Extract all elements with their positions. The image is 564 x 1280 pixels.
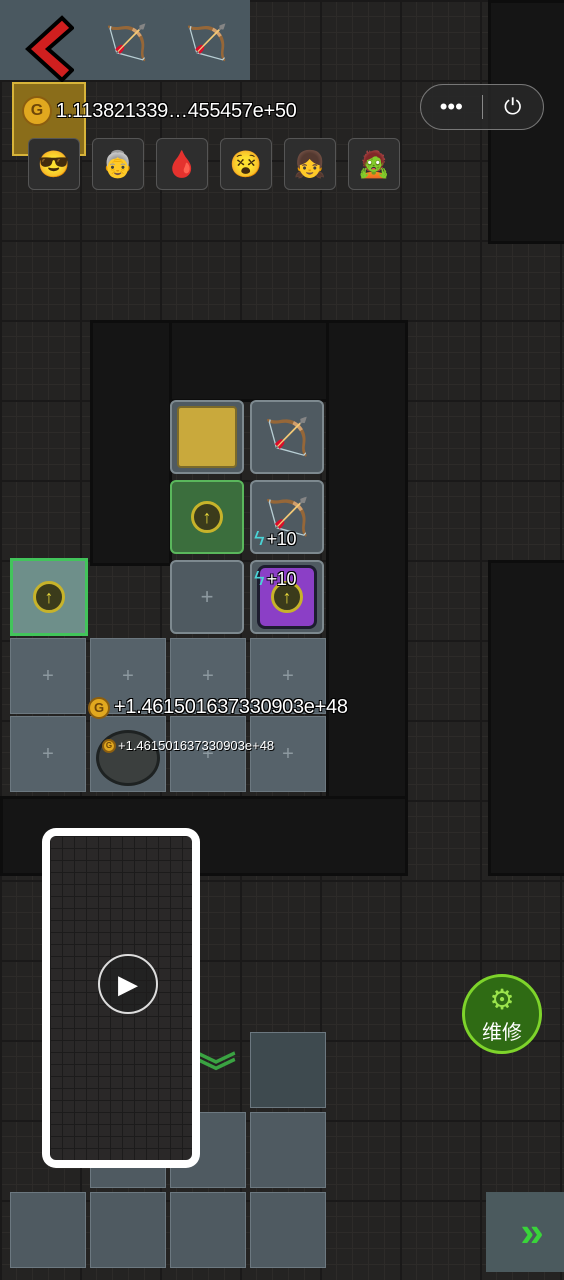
play-icon: ▶ — [118, 968, 138, 999]
bed-machine-icon — [177, 406, 237, 468]
floor-tile — [170, 1192, 246, 1268]
income-amount: +1.461501637330903e+48 — [114, 696, 348, 718]
energy-bonus-label: ϟ +10 — [254, 568, 297, 590]
character-icon: 😵 — [229, 148, 263, 179]
back-arrow-icon — [25, 15, 75, 83]
back-button[interactable] — [18, 14, 75, 84]
wall — [488, 560, 564, 876]
more-menu-button[interactable]: ••• — [421, 94, 482, 120]
turret-slot[interactable]: 🏹 — [250, 400, 324, 474]
party-avatar-4[interactable]: 😵 — [220, 138, 272, 190]
bed-slot[interactable] — [170, 400, 244, 474]
video-preview-window[interactable]: ▶ — [42, 828, 200, 1168]
party-avatar-1[interactable]: 😎 — [28, 138, 80, 190]
character-icon: 🧟 — [357, 148, 391, 179]
floor-tile[interactable]: + — [10, 716, 86, 792]
coin-icon: G — [22, 96, 52, 126]
party-avatar-2[interactable]: 👵 — [92, 138, 144, 190]
next-room-button[interactable]: » — [486, 1192, 564, 1272]
coin-icon: G — [88, 696, 110, 719]
floor-tile — [250, 1032, 326, 1108]
wrench-gear-icon: ⚙ — [489, 984, 515, 1015]
lightning-icon: ϟ — [254, 528, 265, 550]
energy-bonus-label: ϟ +10 — [254, 528, 297, 550]
double-chevron-right-icon: » — [520, 1208, 544, 1255]
floor-tile[interactable]: + — [250, 716, 326, 792]
power-icon: ⏻ — [504, 94, 522, 119]
gold-counter: G 1.113821339…455457e+50 — [22, 96, 297, 126]
empty-slot[interactable]: + — [170, 560, 244, 634]
character-icon: 👵 — [101, 148, 135, 179]
mini-program-capsule: ••• ⏻ — [420, 84, 544, 130]
close-power-button[interactable]: ⏻ — [483, 94, 544, 120]
party-avatar-3[interactable]: 🩸 — [156, 138, 208, 190]
more-dots-icon: ••• — [439, 94, 463, 119]
play-button[interactable]: ▶ — [98, 954, 158, 1014]
repair-label: 维修 — [482, 1022, 522, 1044]
room-door[interactable]: ↑ — [10, 558, 88, 636]
video-preview-content: ▶ — [50, 836, 192, 1160]
floor-tile — [250, 1192, 326, 1268]
floor-tile — [10, 1192, 86, 1268]
top-weapon-slot[interactable]: 🏹 — [170, 6, 244, 80]
upgrade-turret-slot[interactable]: ↑ — [170, 480, 244, 554]
top-weapon-slot[interactable]: 🏹 — [90, 6, 164, 80]
wall — [90, 320, 172, 566]
crossbow-icon: 🏹 — [185, 24, 229, 62]
party-avatar-5[interactable]: 👧 — [284, 138, 336, 190]
lightning-icon: ϟ — [254, 568, 265, 590]
crossbow-icon: 🏹 — [105, 24, 149, 62]
character-icon: 👧 — [293, 148, 327, 179]
floor-tile — [90, 1192, 166, 1268]
upgrade-icon: ↑ — [33, 581, 65, 613]
chevron-down-icon: ︾ — [196, 1051, 236, 1095]
character-icon: 😎 — [37, 148, 71, 179]
upgrade-icon: ↑ — [191, 501, 223, 533]
claw-icon: 🩸 — [165, 148, 199, 179]
income-popup-small: G +1.461501637330903e+48 — [102, 738, 274, 753]
gold-amount: 1.113821339…455457e+50 — [56, 99, 297, 122]
floor-tile[interactable]: + — [170, 716, 246, 792]
golden-crossbow-icon: 🏹 — [264, 416, 310, 457]
wall — [326, 320, 408, 876]
repair-button[interactable]: ⚙ 维修 — [462, 974, 542, 1054]
floor-tile[interactable]: + — [10, 638, 86, 714]
floor-tile — [250, 1112, 326, 1188]
party-avatar-6[interactable]: 🧟 — [348, 138, 400, 190]
income-popup: G +1.461501637330903e+48 — [88, 696, 348, 719]
coin-icon: G — [102, 738, 116, 753]
income-amount-small: +1.461501637330903e+48 — [118, 738, 275, 753]
